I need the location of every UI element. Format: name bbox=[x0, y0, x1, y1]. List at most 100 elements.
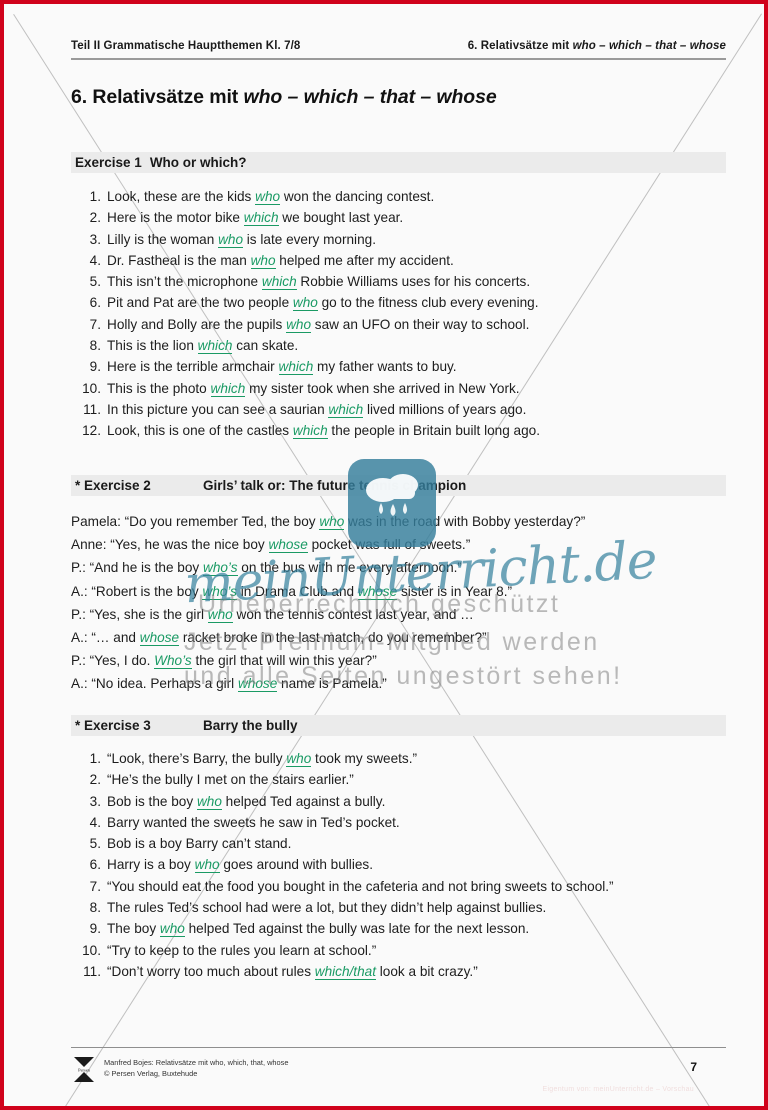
exercise-3-list: 1. “Look, there’s Barry, the bully who to… bbox=[71, 748, 726, 982]
sentence-text: helped Ted against the bully was late fo… bbox=[184, 921, 530, 937]
relative-pronoun: who bbox=[250, 252, 276, 269]
list-item-number: 8. bbox=[89, 900, 101, 916]
exercise-3-title: Barry the bully bbox=[203, 718, 298, 733]
exercise-2-header: * Exercise 2 Girls’ talk or: The future … bbox=[71, 475, 726, 496]
list-item: 10. This is the photo which my sister too… bbox=[71, 378, 726, 399]
exercise-1-title: Who or which? bbox=[149, 155, 247, 170]
sentence-text: won the tennis contest last year, and … bbox=[232, 606, 474, 622]
relative-pronoun: Who’s bbox=[154, 653, 192, 670]
list-item-number: 4. bbox=[89, 814, 101, 830]
list-item: 12. Look, this is one of the castles whic… bbox=[71, 420, 726, 441]
sentence-text: Pamela: “Do you remember Ted, the boy bbox=[71, 514, 320, 529]
relative-pronoun: which bbox=[278, 359, 314, 376]
list-item-text: “Don’t worry too much about rules which/… bbox=[107, 961, 726, 982]
relative-pronoun: who bbox=[319, 514, 345, 530]
list-item-text: This is the photo which my sister took w… bbox=[107, 378, 726, 399]
sentence-text: Look, this is one of the castles bbox=[107, 423, 293, 439]
relative-pronoun: who’s bbox=[203, 560, 238, 577]
exercise-3-header: * Exercise 3 Barry the bully bbox=[71, 715, 726, 736]
footer-faint-note: Eigentum von: meinUnterricht.de – Vorsch… bbox=[542, 1086, 694, 1093]
sentence-text: sister is in Year 8.” bbox=[397, 583, 513, 599]
sentence-text: This isn’t the microphone bbox=[107, 274, 262, 290]
list-item-number: 10. bbox=[82, 942, 101, 958]
list-item-text: Dr. Fastheal is the man who helped me af… bbox=[107, 250, 726, 271]
sentence-text: Harry is a boy bbox=[107, 857, 195, 873]
sentence-text: Here is the motor bike bbox=[107, 210, 244, 226]
sentence-text: Bob is a boy Barry can’t stand. bbox=[107, 836, 292, 852]
sentence-text: saw an UFO on their way to school. bbox=[311, 316, 530, 332]
list-item: 6. Harry is a boy who goes around with bu… bbox=[71, 854, 726, 875]
exercise-1-list: 1. Look, these are the kids who won the d… bbox=[71, 186, 726, 442]
list-item-text: Holly and Bolly are the pupils who saw a… bbox=[107, 314, 726, 335]
sentence-text: my sister took when she arrived in New Y… bbox=[245, 380, 520, 396]
list-item-number: 10. bbox=[82, 380, 101, 396]
list-item: 5. This isn’t the microphone which Robbie… bbox=[71, 271, 726, 292]
list-item-number: 7. bbox=[89, 878, 101, 894]
dialogue-line: P.: “Yes, she is the girl who won the te… bbox=[71, 603, 726, 626]
relative-pronoun: which bbox=[197, 338, 233, 355]
sentence-text: Anne: “Yes, he was the nice boy bbox=[71, 537, 269, 553]
sentence-text: Holly and Bolly are the pupils bbox=[107, 316, 287, 332]
list-item: 4. Dr. Fastheal is the man who helped me … bbox=[71, 250, 726, 271]
list-item: 7. Holly and Bolly are the pupils who saw… bbox=[71, 314, 726, 335]
footer-credit-line-1: Manfred Bojes: Relativsätze mit who, whi… bbox=[104, 1058, 289, 1067]
relative-pronoun: who’s bbox=[202, 583, 237, 600]
sentence-text: This is the photo bbox=[107, 380, 211, 396]
sentence-text: is late every morning. bbox=[243, 231, 376, 247]
sentence-text: Robbie Williams uses for his concerts. bbox=[296, 274, 531, 290]
sentence-text: The rules Ted’s school had were a lot, b… bbox=[107, 900, 547, 916]
relative-pronoun: who bbox=[218, 231, 243, 248]
list-item-number: 1. bbox=[89, 751, 101, 766]
relative-pronoun: which bbox=[292, 423, 328, 440]
sentence-text: Pit and Pat are the two people bbox=[107, 295, 293, 311]
worksheet-page: Teil II Grammatische Hauptthemen Kl. 7/8… bbox=[0, 0, 768, 1110]
list-item-number: 2. bbox=[89, 772, 101, 788]
sentence-text: pocket was full of sweets.” bbox=[307, 537, 471, 553]
list-item: 6. Pit and Pat are the two people who go … bbox=[71, 292, 726, 313]
exercise-1-header: Exercise 1 Who or which? bbox=[71, 152, 726, 173]
list-item-text: This isn’t the microphone which Robbie W… bbox=[107, 271, 726, 292]
list-item-text: “You should eat the food you bought in t… bbox=[107, 876, 726, 897]
dialogue-line: Anne: “Yes, he was the nice boy whose po… bbox=[71, 533, 726, 556]
list-item: 11. “Don’t worry too much about rules whi… bbox=[71, 961, 726, 982]
list-item-text: Bob is the boy who helped Ted against a … bbox=[107, 791, 726, 812]
list-item-text: Bob is a boy Barry can’t stand. bbox=[107, 833, 726, 854]
relative-pronoun: who bbox=[196, 793, 222, 810]
relative-pronoun: which/that bbox=[314, 963, 376, 980]
list-item-text: Here is the terrible armchair which my f… bbox=[107, 356, 726, 377]
list-item: 8. The rules Ted’s school had were a lot,… bbox=[71, 897, 726, 918]
sentence-text: “Look, there’s Barry, the bully bbox=[107, 751, 287, 766]
sentence-text: Here is the terrible armchair bbox=[107, 359, 279, 375]
footer-credit-line-2: © Persen Verlag, Buxtehude bbox=[104, 1069, 198, 1078]
sentence-text: the girl that will win this year?” bbox=[191, 653, 377, 669]
list-item: 8. This is the lion which can skate. bbox=[71, 335, 726, 356]
exercise-2-label: * Exercise 2 bbox=[75, 478, 151, 493]
list-item-text: Look, this is one of the castles which t… bbox=[107, 420, 726, 441]
list-item-text: Lilly is the woman who is late every mor… bbox=[107, 229, 726, 250]
list-item-text: “Look, there’s Barry, the bully who took… bbox=[107, 748, 726, 769]
sentence-text: the people in Britain built long ago. bbox=[327, 423, 541, 439]
running-head-right: 6. Relativsätze mit who – which – that –… bbox=[467, 40, 726, 52]
list-item-text: The boy who helped Ted against the bully… bbox=[107, 918, 726, 939]
list-item-text: The rules Ted’s school had were a lot, b… bbox=[107, 897, 726, 918]
list-item: 11. In this picture you can see a saurian… bbox=[71, 399, 726, 420]
list-item-number: 9. bbox=[89, 359, 101, 375]
sentence-text: In this picture you can see a saurian bbox=[107, 401, 329, 417]
sentence-text: “He’s the bully I met on the stairs earl… bbox=[107, 772, 354, 788]
sentence-text: on the bus with me every afternoon.” bbox=[237, 560, 462, 576]
list-item: 2. “He’s the bully I met on the stairs ea… bbox=[71, 769, 726, 790]
list-item: 10. “Try to keep to the rules you learn a… bbox=[71, 940, 726, 961]
sentence-text: lived millions of years ago. bbox=[363, 401, 527, 417]
page-sheet: Teil II Grammatische Hauptthemen Kl. 7/8… bbox=[8, 8, 762, 1106]
sentence-text: A.: “No idea. Perhaps a girl bbox=[71, 676, 238, 692]
relative-pronoun: which bbox=[210, 380, 246, 397]
footer-rule bbox=[71, 1047, 726, 1048]
sentence-text: go to the fitness club every evening. bbox=[317, 295, 539, 311]
sentence-text: was in the road with Bobby yesterday?” bbox=[344, 514, 586, 529]
sentence-text: helped Ted against a bully. bbox=[221, 793, 386, 809]
sentence-text: A.: “Robert is the boy bbox=[71, 583, 203, 599]
sentence-text: took my sweets.” bbox=[311, 751, 418, 766]
sentence-text: “You should eat the food you bought in t… bbox=[107, 878, 614, 894]
list-item: 7. “You should eat the food you bought in… bbox=[71, 876, 726, 897]
relative-pronoun: which bbox=[243, 210, 279, 227]
